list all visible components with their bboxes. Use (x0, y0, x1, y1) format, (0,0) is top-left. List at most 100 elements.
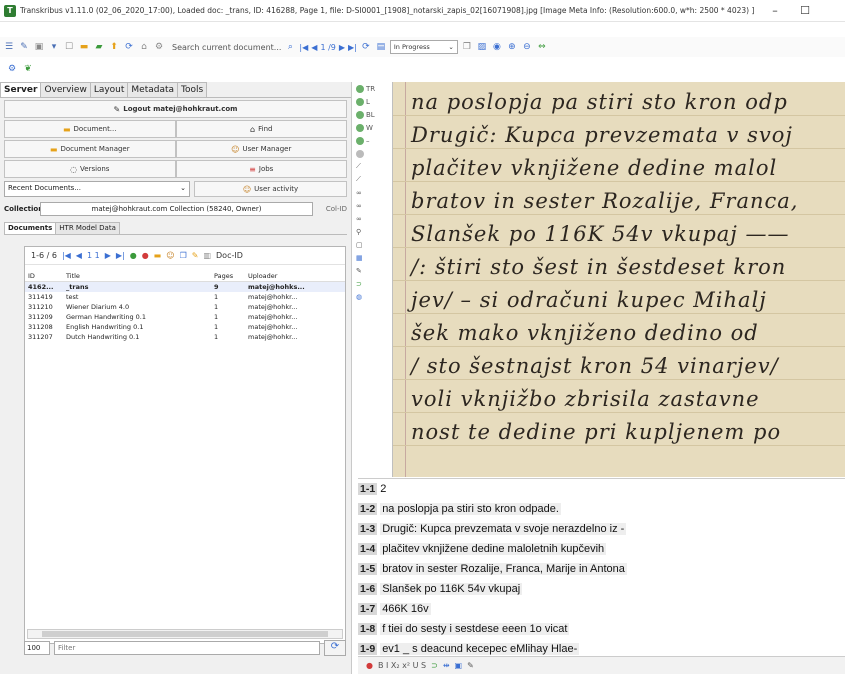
line-text[interactable]: ev1 _ s deacund kecepec eMlihay Hlae- (380, 643, 580, 655)
tool-table[interactable]: ▦ (356, 251, 392, 264)
bank-icon[interactable]: ⌂ (138, 41, 150, 53)
search-input[interactable]: Search current document... (172, 43, 281, 52)
layout-icon[interactable]: ▣ (455, 661, 463, 670)
last-page-icon[interactable]: ▶| (116, 251, 125, 260)
logout-button[interactable]: ✎ Logout matej@hohkraut.com (4, 100, 347, 118)
folder-icon[interactable]: ▬ (154, 251, 162, 260)
page-indicator[interactable]: 1 /9 (320, 43, 335, 52)
table-row[interactable]: 4162... _trans 9 matej@hohks... (25, 281, 345, 292)
first-page-icon[interactable]: |◀ (299, 43, 308, 52)
find-button[interactable]: ⌂ Find (175, 120, 347, 138)
tab-metadata[interactable]: Metadata (127, 82, 179, 97)
line-text[interactable]: Drugič: Kupca prevzemata v svoje nerazde… (380, 523, 627, 535)
column-title[interactable]: Title (63, 271, 211, 282)
tool-split-2[interactable]: ⟋ (356, 173, 392, 186)
tool-tr[interactable]: TR (356, 82, 392, 95)
tool-bl[interactable]: BL (356, 108, 392, 121)
transcription-line[interactable]: 1-1 2 (358, 479, 845, 499)
maximize-button[interactable]: ☐ (790, 4, 820, 17)
menu-icon[interactable]: ☰ (3, 41, 15, 53)
line-text[interactable]: bratov in sester Rozalije, Franca, Marij… (380, 563, 627, 575)
save-doc-icon[interactable]: ▤ (375, 41, 387, 53)
refresh-button[interactable]: ⟳ (324, 640, 346, 656)
table-row[interactable]: 311207 Dutch Handwriting 0.1 1 matej@hoh… (25, 332, 345, 342)
versions-button[interactable]: ◌ Versions (4, 160, 176, 178)
recent-documents-select[interactable]: Recent Documents... ⌄ (4, 181, 190, 197)
tab-server[interactable]: Server (0, 82, 42, 97)
folder-icon[interactable]: ▬ (78, 41, 90, 53)
tool-globe[interactable]: ◍ (356, 290, 392, 303)
split-icon[interactable]: ⇹ (443, 661, 450, 670)
minimize-button[interactable]: – (760, 4, 790, 17)
edit-icon[interactable]: ✎ (192, 251, 199, 260)
user-manager-button[interactable]: ☺ User Manager (175, 140, 347, 158)
horizontal-scrollbar[interactable] (27, 629, 343, 639)
tab-overview[interactable]: Overview (40, 82, 91, 97)
column-uploader[interactable]: Uploader (245, 271, 345, 282)
transcription-line[interactable]: 1-2 na poslopja pa stiri sto kron odpade. (358, 499, 845, 519)
status-select[interactable]: In Progress ⌄ (389, 40, 458, 54)
tool-link-v[interactable]: ∞ (356, 199, 392, 212)
table-row[interactable]: 311209 German Handwriting 0.1 1 matej@ho… (25, 312, 345, 322)
table-row[interactable]: 311208 English Handwriting 0.1 1 matej@h… (25, 322, 345, 332)
delete-icon[interactable]: ● (142, 251, 149, 260)
copy-icon[interactable]: ❐ (461, 41, 473, 53)
tool-l[interactable]: L (356, 95, 392, 108)
table-row[interactable]: 311419 test 1 matej@hohkr... (25, 292, 345, 302)
tool-circle[interactable] (356, 147, 392, 160)
column-pages[interactable]: Pages (211, 271, 245, 282)
prev-page-icon[interactable]: ◀ (311, 43, 317, 52)
hook-icon[interactable]: ⊃ (431, 661, 438, 670)
tab-tools[interactable]: Tools (177, 82, 208, 97)
line-text[interactable]: f tiei do sesty i sestdese eeen 1o vicat (380, 623, 570, 635)
line-text[interactable]: na poslopja pa stiri sto kron odpade. (380, 503, 561, 515)
last-page-icon[interactable]: ▶| (348, 43, 357, 52)
column-id[interactable]: ID (25, 271, 63, 282)
table-row[interactable]: 311210 Wiener Diarium 4.0 1 matej@hohkr.… (25, 302, 345, 312)
collection-select[interactable]: matej@hohkraut.com Collection (58240, Ow… (40, 202, 313, 216)
upload-icon[interactable]: ⬆ (108, 41, 120, 53)
line-text[interactable]: Slanšek po 116K 54v vkupaj (380, 583, 523, 595)
tool-pen[interactable]: ✎ (356, 264, 392, 277)
tab-documents[interactable]: Documents (4, 222, 57, 234)
document-image[interactable]: na poslopja pa stiri sto kron odp Drugič… (392, 82, 845, 477)
page-icon[interactable]: ☐ (63, 41, 75, 53)
copy-icon[interactable]: ❐ (180, 251, 187, 260)
transcription-line[interactable]: 1-5 bratov in sester Rozalije, Franca, Ma… (358, 559, 845, 579)
dropdown-icon[interactable]: ▾ (48, 41, 60, 53)
settings-icon[interactable]: ⚙ (153, 41, 165, 53)
first-page-icon[interactable]: |◀ (62, 251, 71, 260)
filter-input[interactable]: Filter (54, 641, 320, 655)
line-text[interactable]: 466K 16v (380, 603, 431, 615)
jobs-button[interactable]: ≡ Jobs (175, 160, 347, 178)
tool-hook[interactable]: ⊃ (356, 277, 392, 290)
next-page-icon[interactable]: ▶ (105, 251, 111, 260)
zoom-out-icon[interactable]: ⊖ (521, 41, 533, 53)
tool-split-1[interactable]: ⟋ (356, 160, 392, 173)
image-icon[interactable]: ▨ (476, 41, 488, 53)
prev-page-icon[interactable]: ◀ (76, 251, 82, 260)
tool-w[interactable]: W (356, 121, 392, 134)
pen-icon[interactable]: ✎ (18, 41, 30, 53)
tool-link-h[interactable]: ∞ (356, 186, 392, 199)
document-manager-button[interactable]: ▬ Document Manager (4, 140, 176, 158)
tool-person[interactable]: ⚲ (356, 225, 392, 238)
view-icon[interactable]: ◉ (491, 41, 503, 53)
reload-icon[interactable]: ⟳ (360, 41, 372, 53)
tab-htr-model-data[interactable]: HTR Model Data (55, 222, 120, 234)
tool-link-x[interactable]: ∞ (356, 212, 392, 225)
leaf-icon[interactable]: ❦ (22, 63, 34, 75)
transcription-line[interactable]: 1-7 466K 16v (358, 599, 845, 619)
trash-icon[interactable]: ▥ (203, 251, 211, 260)
line-text[interactable]: 2 (380, 483, 386, 495)
layout-icon[interactable]: ▣ (33, 41, 45, 53)
page-number[interactable]: 1 1 (87, 251, 100, 260)
gear-icon[interactable]: ⚙ (6, 63, 18, 75)
save-icon[interactable]: ▰ (93, 41, 105, 53)
transcription-line[interactable]: 1-6 Slanšek po 116K 54v vkupaj (358, 579, 845, 599)
pen-icon[interactable]: ✎ (467, 661, 474, 670)
transcription-line[interactable]: 1-3 Drugič: Kupca prevzemata v svoje nera… (358, 519, 845, 539)
zoom-in-icon[interactable]: ⊕ (506, 41, 518, 53)
page-size-select[interactable]: 100 (24, 641, 50, 655)
transcription-line[interactable]: 1-4 plačitev vknjižene dedine maloletnih … (358, 539, 845, 559)
